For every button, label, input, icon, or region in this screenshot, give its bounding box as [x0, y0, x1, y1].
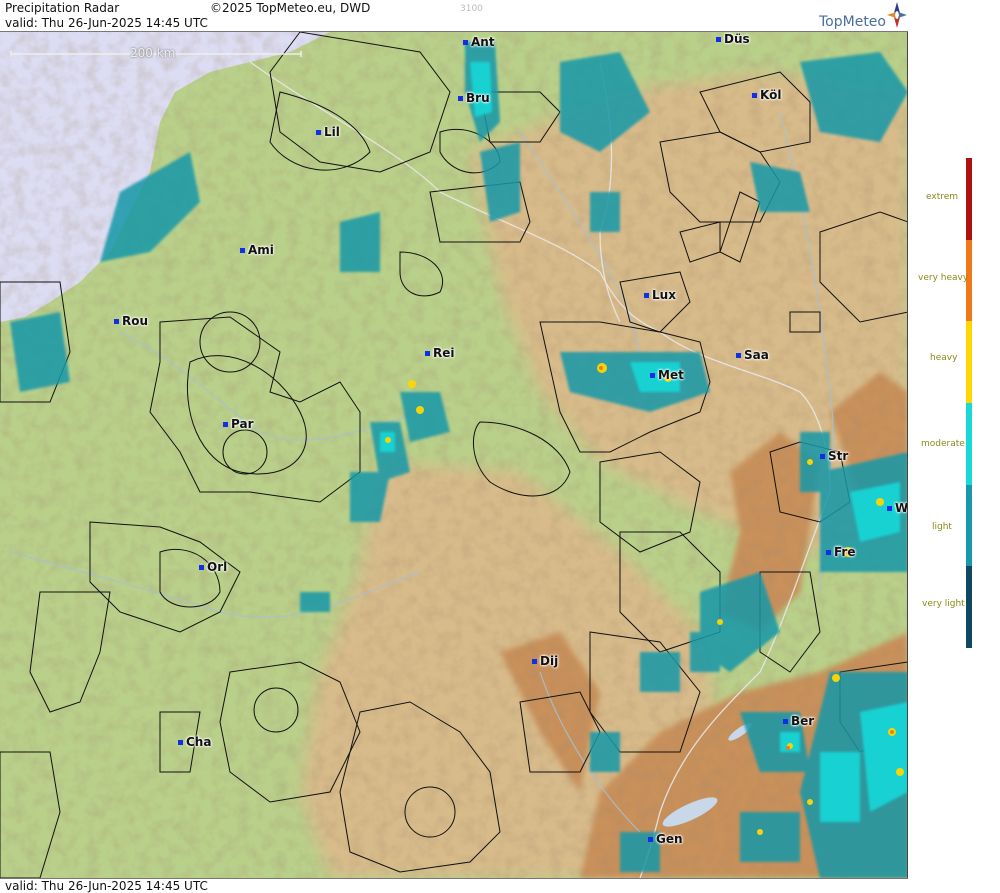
city-label: Lux — [652, 288, 676, 302]
city-marker-rei[interactable]: Rei — [425, 346, 455, 360]
legend-swatch-light — [966, 484, 972, 567]
map-code: 3100 — [460, 4, 483, 14]
legend-label-very-heavy: very heavy — [918, 273, 969, 283]
city-dot-icon — [114, 318, 119, 324]
legend-swatch-moderate — [966, 402, 972, 485]
city-dot-icon — [199, 564, 204, 570]
city-marker-saa[interactable]: Saa — [736, 348, 769, 362]
copyright-text: ©2025 TopMeteo.eu, DWD — [210, 1, 371, 15]
city-dot-icon — [644, 292, 649, 298]
city-dot-icon — [650, 372, 655, 378]
city-marker-w[interactable]: W — [887, 501, 908, 515]
city-marker-bru[interactable]: Bru — [458, 91, 490, 105]
city-marker-orl[interactable]: Orl — [199, 560, 227, 574]
city-marker-lux[interactable]: Lux — [644, 288, 676, 302]
city-label: Par — [231, 417, 254, 431]
city-label: Gen — [656, 832, 683, 846]
header-bar: Precipitation Radar ©2025 TopMeteo.eu, D… — [0, 0, 908, 32]
city-dot-icon — [752, 92, 757, 98]
city-label: Bru — [466, 91, 490, 105]
legend-swatch-extrem — [966, 158, 972, 240]
city-dot-icon — [463, 39, 468, 45]
city-label: Düs — [724, 32, 750, 46]
city-label: Köl — [760, 88, 782, 102]
city-label: Lil — [324, 125, 340, 139]
city-label: W — [895, 501, 908, 515]
valid-time-top: valid: Thu 26-Jun-2025 14:45 UTC — [5, 16, 208, 30]
map-title: Precipitation Radar — [5, 1, 120, 15]
city-label: Orl — [207, 560, 228, 574]
city-marker-rou[interactable]: Rou — [114, 314, 148, 328]
radar-map-view: Precipitation Radar ©2025 TopMeteo.eu, D… — [0, 0, 1000, 893]
city-label: Rou — [122, 314, 149, 328]
legend-label-light: light — [932, 522, 952, 532]
city-label: Rei — [433, 346, 455, 360]
city-marker-lil[interactable]: Lil — [316, 125, 340, 139]
city-label: Ber — [791, 714, 815, 728]
city-marker-ami[interactable]: Ami — [240, 243, 274, 257]
city-marker-par[interactable]: Par — [223, 417, 254, 431]
city-dot-icon — [316, 129, 321, 135]
legend-label-heavy: heavy — [930, 353, 958, 363]
city-marker-kol[interactable]: Köl — [752, 88, 781, 102]
city-dot-icon — [458, 95, 463, 101]
city-dot-icon — [648, 836, 653, 842]
city-marker-ant[interactable]: Ant — [463, 35, 495, 49]
city-dot-icon — [240, 247, 245, 253]
city-dot-icon — [178, 739, 183, 745]
city-dot-icon — [716, 36, 721, 42]
radar-map[interactable]: 200 km Ant Düs Bru Köl Lil Ami Rou Lux R… — [0, 32, 908, 878]
city-dot-icon — [887, 505, 892, 511]
city-marker-gen[interactable]: Gen — [648, 832, 683, 846]
legend-swatch-very-light — [966, 566, 972, 648]
city-marker-dij[interactable]: Dij — [532, 654, 558, 668]
city-label: Ant — [471, 35, 495, 49]
city-marker-ber[interactable]: Ber — [783, 714, 814, 728]
city-label: Fre — [834, 545, 856, 559]
city-dot-icon — [820, 453, 825, 459]
city-dot-icon — [223, 421, 228, 427]
legend-color-bar — [966, 158, 972, 648]
city-marker-met[interactable]: Met — [650, 368, 684, 382]
city-label: Dij — [540, 654, 559, 668]
map-canvas — [0, 32, 907, 878]
city-label: Str — [828, 449, 849, 463]
legend-label-extrem: extrem — [926, 192, 959, 202]
legend-swatch-heavy — [966, 321, 972, 403]
city-label: Met — [658, 368, 684, 382]
city-label: Saa — [744, 348, 769, 362]
city-marker-str[interactable]: Str — [820, 449, 848, 463]
city-dot-icon — [425, 350, 430, 356]
city-dot-icon — [826, 549, 831, 555]
city-dot-icon — [736, 352, 741, 358]
legend-label-very-light: very light — [922, 599, 965, 609]
topmeteo-logo: TopMeteo — [819, 14, 886, 30]
city-label: Ami — [248, 243, 274, 257]
city-label: Cha — [186, 735, 212, 749]
scale-bar-label: 200 km — [130, 46, 176, 60]
city-marker-fre[interactable]: Fre — [826, 545, 856, 559]
valid-time-bottom: valid: Thu 26-Jun-2025 14:45 UTC — [5, 879, 208, 893]
compass-icon — [887, 2, 907, 28]
city-marker-dus[interactable]: Düs — [716, 32, 750, 46]
city-dot-icon — [532, 658, 537, 664]
city-dot-icon — [783, 718, 788, 724]
footer-bar: valid: Thu 26-Jun-2025 14:45 UTC — [0, 878, 908, 893]
legend-label-moderate: moderate — [921, 439, 965, 449]
city-marker-cha[interactable]: Cha — [178, 735, 211, 749]
